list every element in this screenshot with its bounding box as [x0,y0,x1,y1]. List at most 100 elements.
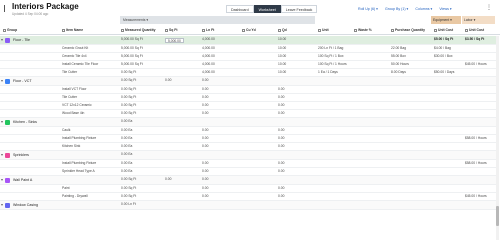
labor-unit-cost-cell[interactable]: $3.50 / Sq Ft [465,37,484,41]
measured-quantity-cell[interactable]: 0.00 Sq Ft [121,87,136,91]
collapse-caret-icon[interactable]: ▾ [1,152,3,157]
ln-ft-cell[interactable]: 4,000.00 [202,54,215,58]
table-row[interactable]: Caulk 0.00 Ea 0.00 0.00 [0,127,496,135]
table-row[interactable]: Wood Base 4in 0.00 Sq Ft 0.00 0.00 [0,110,496,118]
qd-cell[interactable]: 0.00 [278,103,284,107]
equipment-unit-cost-cell[interactable]: $5.00 / Sq Ft [434,37,453,41]
table-row[interactable]: Kitchen Sink 0.00 Ea 0.00 0.00 [0,143,496,151]
measured-quantity-cell[interactable]: 5,000.00 Sq Ft [121,54,143,58]
ln-ft-cell[interactable]: 0.00 [202,78,208,82]
leave-feedback-button[interactable]: Leave Feedback [280,5,318,13]
table-row[interactable]: Paint 0.00 Sq Ft 0.00 0.00 [0,185,496,193]
col-header-measured-quantity[interactable]: Measured Quantity [121,28,156,32]
ln-ft-cell[interactable]: 0.00 [202,87,208,91]
labor-band[interactable]: Labor ▾ [462,16,495,24]
table-row[interactable]: Install Plumbing Fixture 0.00 Ea 0.00 0.00 $… [0,135,496,143]
measured-quantity-cell[interactable]: 0.00 Sq Ft [121,78,136,82]
measured-quantity-cell[interactable]: 0.00 Sq Ft [121,177,136,181]
ln-ft-cell[interactable]: 4,000.00 [202,62,215,66]
back-icon[interactable] [4,5,10,12]
equipment-unit-cost-cell[interactable]: $50.00 / Days [434,70,454,74]
qd-cell[interactable]: 0.00 [278,128,284,132]
col-header-waste[interactable]: Waste % [354,28,372,32]
measured-quantity-cell[interactable]: 0.00 Ln Ft [121,202,136,206]
col-header-sq-ft[interactable]: Sq Ft [165,28,177,32]
table-row[interactable]: Install Ceramic Tile Floor 5,000.00 Sq Ft… [0,61,496,69]
table-row[interactable]: Tile Cutter 0.00 Sq Ft 0.00 0.00 [0,94,496,102]
measured-quantity-cell[interactable]: 0.00 Ea [121,152,132,156]
labor-unit-cost-cell[interactable]: $45.00 / Hours [465,194,487,198]
measured-quantity-cell[interactable]: 0.00 Ea [121,119,132,123]
labor-unit-cost-cell[interactable]: $58.00 / Hours [465,136,487,140]
labor-unit-cost-cell[interactable]: $45.00 / Hours [465,62,487,66]
table-row[interactable]: Sprinkler Head Type A 0.00 Ea 0.00 0.00 [0,168,496,176]
measured-quantity-cell[interactable]: 0.00 Ea [121,144,132,148]
group-row[interactable]: ▾ Window Casing 0.00 Ln Ft [0,201,496,210]
ln-ft-cell[interactable]: 4,000.00 [202,46,215,50]
qd-cell[interactable]: 10.00 [278,37,286,41]
table-row[interactable]: Ceramic Tile 4x4 5,000.00 Sq Ft 4,000.00 10… [0,53,496,61]
measured-quantity-cell[interactable]: 0.00 Sq Ft [121,111,136,115]
sq-ft-cell[interactable]: 5,000.00 [165,37,184,43]
vertical-scrollbar[interactable] [496,36,499,240]
sq-ft-cell[interactable]: 0.00 [165,177,171,181]
col-header-qd[interactable]: Qd [278,28,287,32]
ln-ft-cell[interactable]: 0.00 [202,169,208,173]
ln-ft-cell[interactable]: 0.00 [202,95,208,99]
col-header-purchase-quantity[interactable]: Purchase Quantity [391,28,425,32]
qd-cell[interactable]: 10.00 [278,70,286,74]
measured-quantity-cell[interactable]: 0.00 Ea [121,161,132,165]
col-header-group[interactable]: Group [3,28,17,32]
table-row[interactable]: Install Plumbing Fixture 0.00 Ea 0.00 0.00 $… [0,160,496,168]
ln-ft-cell[interactable]: 0.00 [202,103,208,107]
measured-quantity-cell[interactable]: 0.00 Sq Ft [121,103,136,107]
group-row[interactable]: ▾ Floor - VCT 0.00 Sq Ft 0.00 0.00 [0,77,496,86]
measured-quantity-cell[interactable]: 0.00 Sq Ft [121,186,136,190]
qd-cell[interactable]: 0.00 [278,169,284,173]
collapse-caret-icon[interactable]: ▾ [1,202,3,207]
col-header-labor-unit-cost[interactable]: Unit Cost [465,28,484,32]
col-header-equipment-unit-cost[interactable]: Unit Cost [434,28,453,32]
ln-ft-cell[interactable]: 0.00 [202,161,208,165]
measurements-band[interactable]: Measurements ▾ [120,16,315,24]
qd-cell[interactable]: 0.00 [278,161,284,165]
equipment-band[interactable]: Equipment ▾ [431,16,461,24]
ln-ft-cell[interactable]: 0.00 [202,144,208,148]
labor-unit-cost-cell[interactable]: $58.00 / Hours [465,161,487,165]
collapse-caret-icon[interactable]: ▾ [1,78,3,83]
ln-ft-cell[interactable]: 4,000.00 [202,37,215,41]
qd-cell[interactable]: 0.00 [278,186,284,190]
qd-cell[interactable]: 0.00 [278,144,284,148]
views-dropdown[interactable]: Views ▾ [437,5,453,13]
qd-cell[interactable]: 0.00 [278,136,284,140]
col-header-unit[interactable]: Unit [318,28,329,32]
ln-ft-cell[interactable]: 0.00 [202,128,208,132]
measured-quantity-cell[interactable]: 0.00 Sq Ft [121,70,136,74]
collapse-caret-icon[interactable]: ▾ [1,177,3,182]
sq-ft-cell[interactable]: 0.00 [165,78,171,82]
unit-cell[interactable]: 100 Sq Ft / 1 Hours [318,62,347,66]
ln-ft-cell[interactable]: 0.00 [202,194,208,198]
tab-dashboard[interactable]: Dashboard [226,5,254,13]
ln-ft-cell[interactable]: 0.00 [202,186,208,190]
group-row[interactable]: ▾ Sprinklers 0.00 Ea [0,151,496,160]
unit-cell[interactable]: 100 Sq Ft / 1 Box [318,54,343,58]
measured-quantity-cell[interactable]: 0.00 Sq Ft [121,95,136,99]
purchase-quantity-cell[interactable]: 22.00 Bag [391,46,406,50]
roll-up-dropdown[interactable]: Roll Up (6) ▾ [356,5,380,13]
ln-ft-cell[interactable]: 0.00 [202,177,208,181]
table-row[interactable]: Painting - Drywall 0.00 Sq Ft 0.00 0.00 $45.… [0,193,496,201]
measured-quantity-cell[interactable]: 5,000.00 Sq Ft [121,62,143,66]
table-row[interactable]: VCT 12x12 Ceramic 0.00 Sq Ft 0.00 0.00 [0,102,496,110]
col-header-item-name[interactable]: Item Name [62,28,83,32]
qd-cell[interactable]: 0.00 [278,87,284,91]
qd-cell[interactable]: 10.00 [278,54,286,58]
columns-dropdown[interactable]: Columns ▾ [413,5,434,13]
qd-cell[interactable]: 0.00 [278,111,284,115]
group-row[interactable]: ▾ Wall Paint A 0.00 Sq Ft 0.00 0.00 [0,176,496,185]
col-header-cu-yd[interactable]: Cu Yd [242,28,256,32]
table-row[interactable]: Tile Cutter 0.00 Sq Ft 4,000.00 10.00 1 Ea /… [0,69,496,77]
group-row[interactable]: ▾ Kitchen - Sinks 0.00 Ea [0,118,496,127]
equipment-unit-cost-cell[interactable]: $4.00 / Bag [434,46,451,50]
measured-quantity-cell[interactable]: 0.00 Sq Ft [121,194,136,198]
